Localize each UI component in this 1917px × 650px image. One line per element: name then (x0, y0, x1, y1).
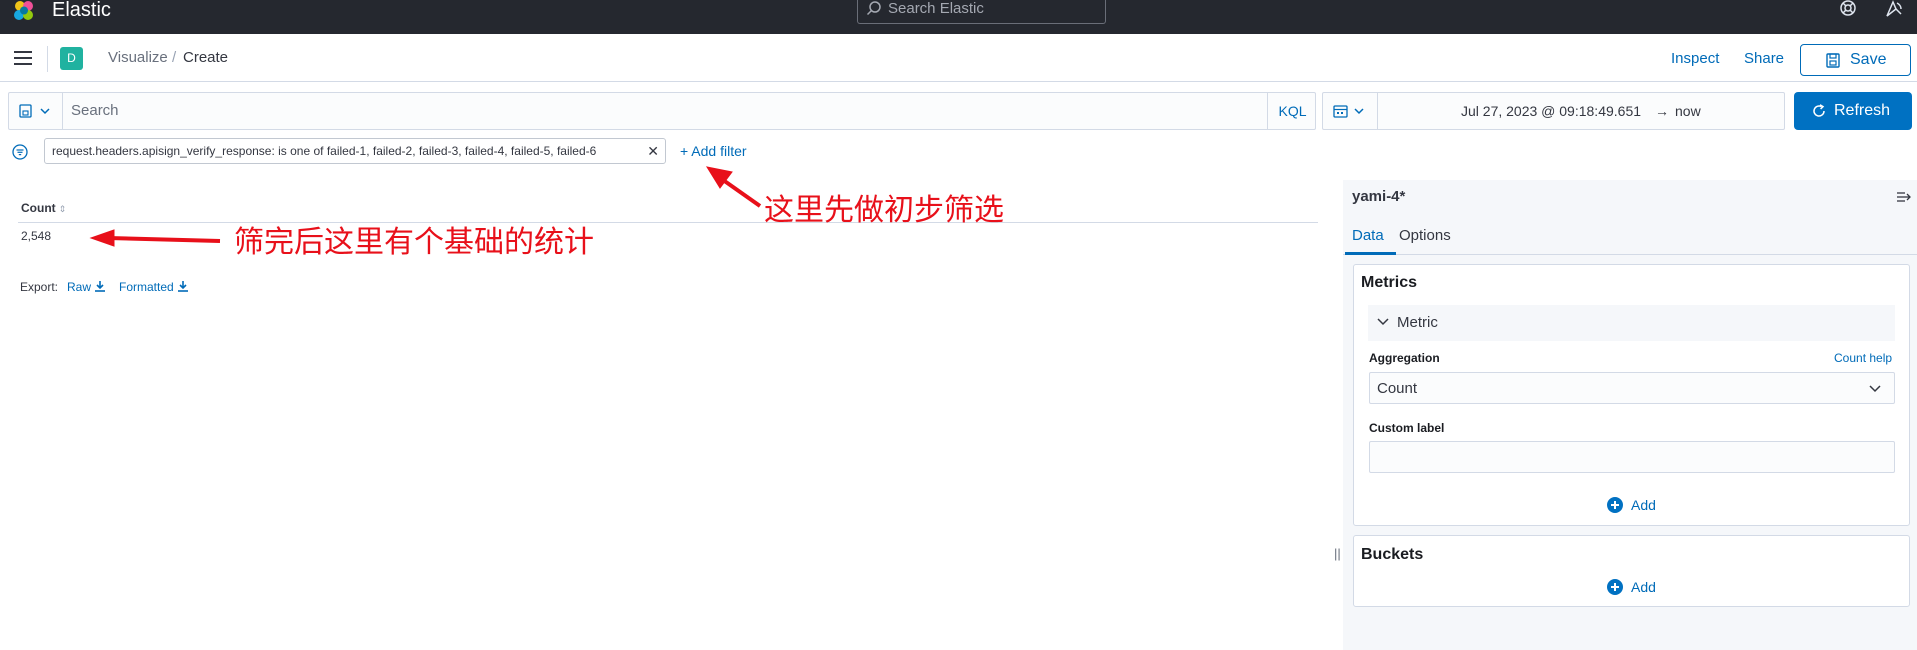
app-nav-bar: D Visualize / Create Inspect Share Save (0, 34, 1917, 82)
sort-icon[interactable]: ⇕ (59, 204, 67, 214)
date-picker: Jul 27, 2023 @ 09:18:49.651 → now (1322, 92, 1785, 130)
aggregation-label: Aggregation (1369, 351, 1440, 365)
active-tab-indicator (1345, 252, 1396, 255)
brand-name: Elastic (52, 0, 111, 21)
table-divider (18, 222, 1318, 223)
export-raw-label: Raw (67, 280, 92, 294)
elastic-logo-icon[interactable] (12, 0, 36, 22)
quick-date-button[interactable] (1323, 93, 1378, 129)
export-raw-link[interactable]: Raw (67, 280, 106, 294)
add-bucket-label: Add (1631, 579, 1656, 595)
filter-annotation-text: 这里先做初步筛选 (764, 193, 1004, 228)
collapse-sidebar-icon[interactable] (1896, 190, 1912, 204)
metrics-title: Metrics (1361, 274, 1418, 291)
breadcrumb-separator: / (172, 49, 177, 66)
menu-icon[interactable] (14, 51, 32, 65)
divider (47, 46, 48, 72)
refresh-button-label: Refresh (1834, 102, 1891, 119)
breadcrumb-create: Create (183, 49, 229, 66)
global-search-input[interactable]: Search Elastic (857, 0, 1106, 24)
calendar-icon (1333, 105, 1364, 118)
filter-annotation-arrow (705, 166, 762, 208)
save-button[interactable]: Save (1800, 44, 1911, 76)
tab-options[interactable]: Options (1399, 227, 1451, 245)
aggregation-select[interactable]: Count (1369, 372, 1895, 404)
count-annotation-arrow (89, 229, 221, 247)
save-icon (1826, 53, 1840, 68)
add-metric-label: Add (1631, 497, 1656, 513)
count-annotation-text: 筛完后这里有个基础的统计 (234, 225, 594, 260)
query-bar: Search KQL (8, 92, 1316, 130)
save-button-label: Save (1850, 51, 1887, 68)
remove-filter-icon[interactable]: ✕ (647, 139, 659, 163)
search-icon (866, 1, 881, 16)
custom-label-label: Custom label (1369, 421, 1445, 435)
download-icon (95, 281, 106, 292)
newsfeed-icon[interactable] (1884, 0, 1904, 18)
global-search-placeholder: Search Elastic (888, 0, 984, 17)
count-help-link[interactable]: Count help (1834, 351, 1892, 365)
aggregation-select-value: Count (1377, 380, 1418, 397)
export-formatted-link[interactable]: Formatted (119, 280, 189, 294)
query-language-toggle[interactable]: KQL (1267, 93, 1317, 129)
help-icon[interactable] (1838, 0, 1858, 18)
filter-pill-text: request.headers.apisign_verify_response:… (52, 144, 597, 158)
index-pattern-title: yami-4* (1352, 188, 1406, 205)
filter-options-icon[interactable] (12, 144, 28, 160)
export-formatted-label: Formatted (119, 280, 174, 294)
filter-pill[interactable]: request.headers.apisign_verify_response:… (44, 138, 666, 164)
chevron-down-icon (1869, 385, 1881, 393)
refresh-button[interactable]: Refresh (1794, 92, 1912, 130)
plus-circle-icon (1607, 497, 1623, 513)
tab-data[interactable]: Data (1352, 227, 1384, 245)
column-header-label: Count (21, 201, 56, 215)
breadcrumb-visualize[interactable]: Visualize (108, 49, 168, 67)
top-header: Elastic Search Elastic (0, 0, 1917, 34)
metric-accordion[interactable]: Metric (1368, 305, 1895, 341)
query-input[interactable]: Search (71, 102, 119, 120)
download-icon (178, 281, 189, 292)
plus-circle-icon (1607, 579, 1623, 595)
buckets-panel (1353, 535, 1910, 607)
share-button[interactable]: Share (1744, 50, 1784, 68)
metric-accordion-label: Metric (1397, 314, 1438, 331)
custom-label-input[interactable] (1369, 441, 1895, 473)
chevron-down-icon (1377, 318, 1389, 326)
inspect-button[interactable]: Inspect (1671, 50, 1719, 68)
table-cell-count: 2,548 (21, 229, 52, 243)
panel-resize-handle[interactable]: || (1334, 546, 1341, 561)
tabs-divider (1343, 254, 1917, 255)
date-start[interactable]: Jul 27, 2023 @ 09:18:49.651 (1461, 103, 1641, 119)
space-avatar[interactable]: D (60, 47, 83, 70)
date-arrow: → (1655, 103, 1669, 119)
table-column-header[interactable]: Count ⇕ (21, 201, 66, 216)
add-filter-button[interactable]: + Add filter (680, 143, 747, 159)
buckets-title: Buckets (1361, 546, 1424, 563)
export-label: Export: (20, 280, 59, 294)
date-end[interactable]: now (1675, 103, 1701, 119)
refresh-icon (1813, 104, 1825, 117)
saved-query-button[interactable] (9, 93, 63, 129)
saved-query-icon (19, 104, 50, 118)
